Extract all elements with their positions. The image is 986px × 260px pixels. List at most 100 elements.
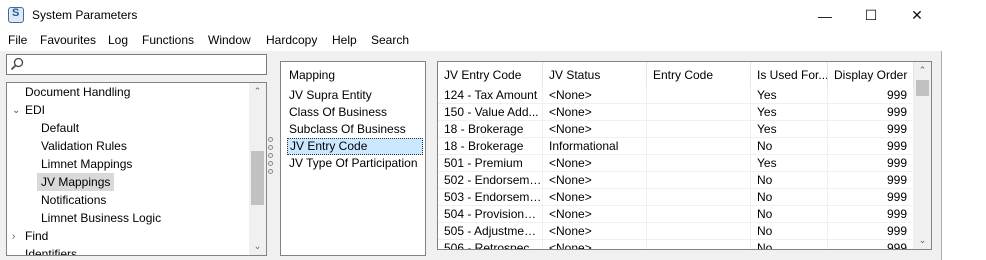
- table-cell: 999: [828, 121, 914, 138]
- jv-entry-code-grid[interactable]: JV Entry Code JV Status Entry Code Is Used …: [437, 61, 932, 250]
- splitter-grip-dot[interactable]: [268, 137, 273, 142]
- mapping-list[interactable]: Mapping JV Supra Entity Class Of Busines…: [280, 61, 426, 256]
- table-cell: 999: [828, 104, 914, 121]
- menu-file[interactable]: File: [8, 33, 27, 47]
- tree-item-edi[interactable]: EDI: [25, 101, 45, 119]
- table-cell: <None>: [543, 206, 647, 223]
- scroll-down-icon[interactable]: ⌄: [914, 232, 931, 249]
- splitter-grip-dot[interactable]: [268, 169, 273, 174]
- tree-item-limnet-business-logic[interactable]: Limnet Business Logic: [41, 209, 161, 227]
- table-cell: <None>: [543, 189, 647, 206]
- table-cell: Yes: [751, 155, 828, 172]
- scroll-thumb[interactable]: [251, 151, 264, 205]
- tree-item-notifications[interactable]: Notifications: [41, 191, 106, 209]
- tree-item-find[interactable]: Find: [25, 227, 48, 245]
- column-header[interactable]: Display Order: [828, 62, 914, 88]
- table-cell: Yes: [751, 104, 828, 121]
- table-cell: 18 - Brokerage: [438, 121, 543, 138]
- column-header[interactable]: JV Status: [543, 62, 647, 88]
- table-cell: No: [751, 172, 828, 189]
- table-row[interactable]: 124 - Tax Amount <None> Yes 999: [438, 87, 914, 104]
- table-cell: [647, 240, 751, 249]
- table-cell: <None>: [543, 155, 647, 172]
- minimize-button[interactable]: —: [802, 0, 848, 31]
- splitter-grip-dot[interactable]: [268, 153, 273, 158]
- column-header[interactable]: Is Used For...: [751, 62, 828, 88]
- table-row[interactable]: 506 - Retrospecti... <None> No 999: [438, 240, 914, 249]
- tree-item-default[interactable]: Default: [41, 119, 79, 137]
- table-cell: [647, 87, 751, 104]
- table-cell: 150 - Value Add...: [438, 104, 543, 121]
- table-row[interactable]: 504 - Provisional ... <None> No 999: [438, 206, 914, 223]
- table-cell: 502 - Endorseme...: [438, 172, 543, 189]
- close-button[interactable]: ✕: [894, 0, 940, 31]
- table-cell: 999: [828, 240, 914, 249]
- table-cell: 18 - Brokerage: [438, 138, 543, 155]
- mapping-item-jv-entry-code[interactable]: JV Entry Code: [287, 138, 423, 155]
- table-cell: Yes: [751, 87, 828, 104]
- search-icon: [10, 57, 24, 71]
- search-input[interactable]: [6, 54, 267, 75]
- table-cell: 999: [828, 223, 914, 240]
- table-row[interactable]: 150 - Value Add... <None> Yes 999: [438, 104, 914, 121]
- chevron-down-icon[interactable]: ⌄: [12, 105, 22, 116]
- table-cell: <None>: [543, 223, 647, 240]
- menu-log[interactable]: Log: [108, 33, 128, 47]
- tree-item-jv-mappings[interactable]: JV Mappings: [37, 173, 115, 191]
- table-cell: 504 - Provisional ...: [438, 206, 543, 223]
- table-cell: Informational: [543, 138, 647, 155]
- grid-scrollbar[interactable]: ⌃ ⌄: [914, 62, 931, 249]
- menu-help[interactable]: Help: [332, 33, 357, 47]
- column-header[interactable]: Entry Code: [647, 62, 751, 88]
- navigation-tree[interactable]: Document Handling ⌄ EDI Default Validati…: [6, 82, 267, 256]
- table-row[interactable]: 501 - Premium <None> Yes 999: [438, 155, 914, 172]
- table-cell: [647, 206, 751, 223]
- table-cell: [647, 189, 751, 206]
- scroll-up-icon[interactable]: ⌃: [249, 83, 266, 100]
- mapping-item-subclass-of-business[interactable]: Subclass Of Business: [287, 121, 423, 138]
- tree-item-identifiers[interactable]: Identifiers: [25, 245, 77, 255]
- scroll-down-icon[interactable]: ⌄: [249, 238, 266, 255]
- table-cell: 999: [828, 87, 914, 104]
- splitter-grip-dot[interactable]: [268, 145, 273, 150]
- mapping-header: Mapping: [289, 68, 336, 82]
- table-cell: 999: [828, 138, 914, 155]
- table-cell: <None>: [543, 172, 647, 189]
- chevron-right-icon[interactable]: ›: [12, 231, 22, 242]
- table-cell: [647, 138, 751, 155]
- mapping-item-jv-type-of-participation[interactable]: JV Type Of Participation: [287, 155, 423, 172]
- menu-search[interactable]: Search: [371, 33, 409, 47]
- table-cell: No: [751, 223, 828, 240]
- tree-item-validation-rules[interactable]: Validation Rules: [41, 137, 127, 155]
- splitter-grip-dot[interactable]: [268, 161, 273, 166]
- menu-functions[interactable]: Functions: [142, 33, 194, 47]
- scroll-up-icon[interactable]: ⌃: [914, 62, 931, 79]
- app-icon: [8, 7, 24, 23]
- tree-item-limnet-mappings[interactable]: Limnet Mappings: [41, 155, 132, 173]
- table-cell: [647, 155, 751, 172]
- maximize-button[interactable]: ☐: [848, 0, 894, 31]
- title-bar: System Parameters — ☐ ✕: [0, 0, 942, 31]
- tree-item-document-handling[interactable]: Document Handling: [25, 83, 130, 101]
- table-cell: 503 - Endorseme...: [438, 189, 543, 206]
- column-header[interactable]: JV Entry Code: [438, 62, 543, 88]
- table-row[interactable]: 503 - Endorseme... <None> No 999: [438, 189, 914, 206]
- menu-bar: File Favourites Log Functions Window Har…: [0, 31, 942, 51]
- table-cell: 999: [828, 155, 914, 172]
- table-cell: 999: [828, 172, 914, 189]
- menu-favourites[interactable]: Favourites: [40, 33, 96, 47]
- table-row[interactable]: 18 - Brokerage <None> Yes 999: [438, 121, 914, 138]
- table-row[interactable]: 502 - Endorseme... <None> No 999: [438, 172, 914, 189]
- mapping-item-jv-supra-entity[interactable]: JV Supra Entity: [287, 87, 423, 104]
- table-row[interactable]: 18 - Brokerage Informational No 999: [438, 138, 914, 155]
- menu-window[interactable]: Window: [208, 33, 251, 47]
- menu-hardcopy[interactable]: Hardcopy: [266, 33, 317, 47]
- tree-scrollbar[interactable]: ⌃ ⌄: [249, 83, 266, 255]
- table-cell: 999: [828, 206, 914, 223]
- table-cell: [647, 104, 751, 121]
- table-cell: <None>: [543, 240, 647, 249]
- table-row[interactable]: 505 - Adjustment... <None> No 999: [438, 223, 914, 240]
- mapping-item-class-of-business[interactable]: Class Of Business: [287, 104, 423, 121]
- scroll-thumb[interactable]: [916, 80, 929, 96]
- table-cell: 999: [828, 189, 914, 206]
